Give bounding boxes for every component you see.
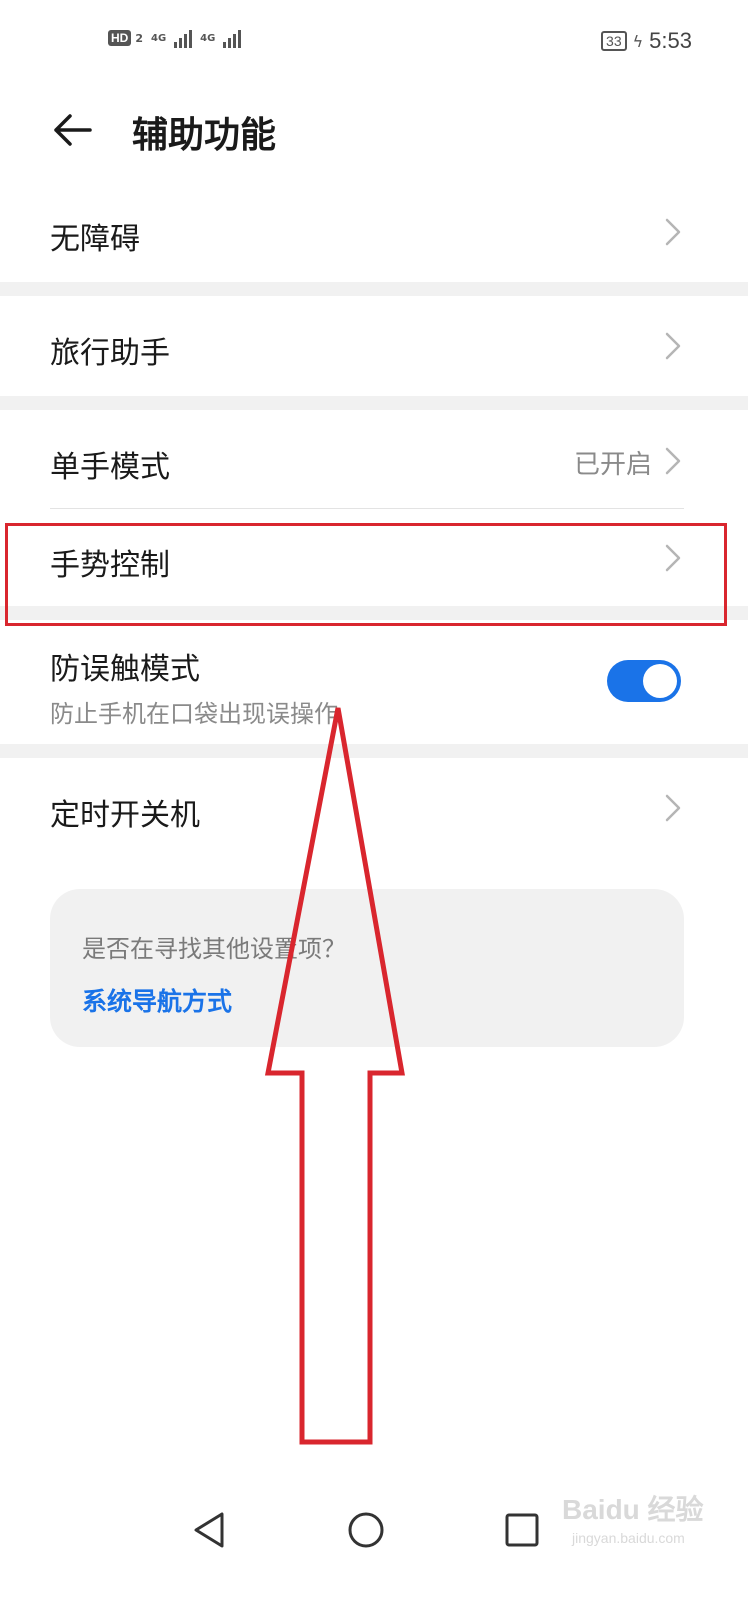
hd-badge: HD — [108, 30, 132, 46]
chevron-right-icon — [665, 794, 681, 822]
watermark-site: jingyan.baidu.com — [572, 1530, 685, 1546]
nav-home-icon[interactable] — [346, 1510, 386, 1550]
section-divider — [0, 282, 748, 296]
signal-icon-2 — [223, 28, 242, 48]
toggle-knob — [643, 664, 677, 698]
back-button[interactable] — [50, 108, 100, 152]
clock: 5:53 — [649, 28, 692, 53]
status-left: HD 2 4G 4G — [108, 28, 242, 48]
accidental-touch-toggle[interactable] — [607, 660, 681, 702]
charging-icon: ϟ — [632, 31, 644, 51]
row-accessibility-label: 无障碍 — [50, 222, 140, 257]
row-accessibility[interactable]: 无障碍 — [0, 180, 748, 282]
watermark-brand: Baidu 经验 — [562, 1494, 704, 1525]
row-accidental-touch-label: 防误触模式 — [50, 652, 200, 687]
status-bar: HD 2 4G 4G 33 ϟ 5:53 — [0, 0, 748, 86]
signal-icon — [174, 28, 193, 48]
annotation-up-arrow — [264, 707, 405, 1445]
page-title: 辅助功能 — [132, 115, 277, 156]
network-type-1: 4G — [151, 32, 167, 44]
annotation-highlight-box — [5, 523, 727, 626]
nav-back-icon[interactable] — [190, 1510, 230, 1550]
row-scheduled-power-label: 定时开关机 — [50, 798, 200, 833]
chevron-right-icon — [665, 332, 681, 360]
back-arrow-icon — [54, 114, 92, 146]
chevron-right-icon — [665, 218, 681, 246]
network-type-2: 4G — [200, 32, 216, 44]
hint-link-system-navigation[interactable]: 系统导航方式 — [82, 982, 232, 1018]
row-travel-assistant-label: 旅行助手 — [50, 336, 170, 371]
app-header: 辅助功能 — [0, 86, 748, 176]
sim-number: 2 — [135, 31, 143, 45]
chevron-right-icon — [665, 447, 681, 475]
section-divider — [0, 396, 748, 410]
battery-icon: 33 — [601, 31, 627, 51]
row-travel-assistant[interactable]: 旅行助手 — [0, 296, 748, 396]
row-one-hand-mode-value: 已开启 — [573, 450, 652, 480]
row-one-hand-mode-label: 单手模式 — [50, 450, 170, 485]
nav-recents-icon[interactable] — [502, 1510, 542, 1550]
row-one-hand-mode[interactable]: 单手模式 已开启 — [0, 410, 748, 508]
status-right: 33 ϟ 5:53 — [601, 28, 692, 54]
